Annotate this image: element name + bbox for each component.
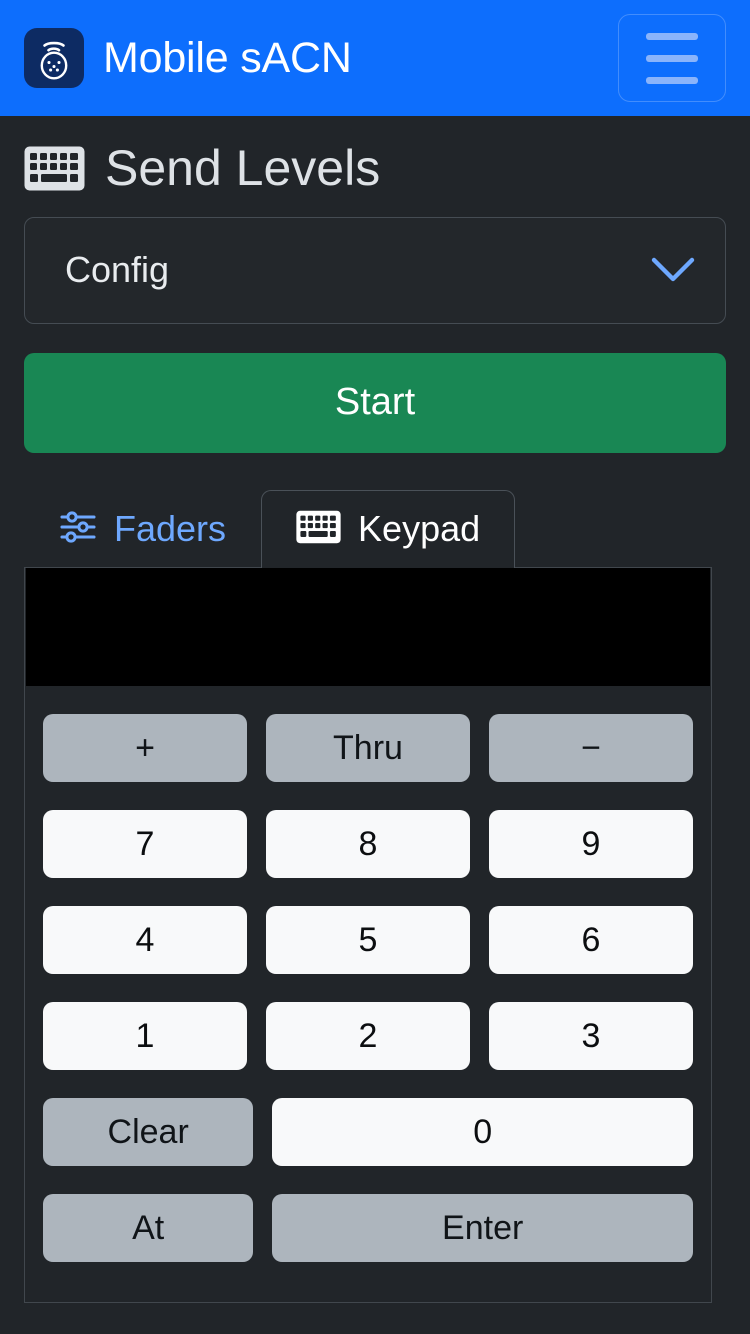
tab-faders-label: Faders [114, 508, 227, 549]
key-plus[interactable]: + [43, 713, 247, 782]
key-6[interactable]: 6 [489, 905, 693, 974]
page-title: Send Levels [24, 142, 726, 195]
keypad-row: Clear 0 [43, 1097, 693, 1166]
mode-tabs: Faders Keypad [24, 489, 726, 568]
hamburger-bar-3 [646, 76, 698, 84]
chevron-down-icon [651, 257, 695, 284]
keypad-row: At Enter [43, 1193, 693, 1262]
tab-keypad-label: Keypad [358, 508, 481, 549]
key-enter[interactable]: Enter [272, 1193, 693, 1262]
hamburger-bar-1 [646, 32, 698, 40]
key-0[interactable]: 0 [272, 1097, 693, 1166]
key-7[interactable]: 7 [43, 809, 247, 878]
tab-keypad[interactable]: Keypad [261, 489, 516, 568]
sacn-node-icon [24, 28, 84, 88]
hamburger-bar-2 [646, 54, 698, 62]
key-4[interactable]: 4 [43, 905, 247, 974]
key-2[interactable]: 2 [266, 1001, 470, 1070]
key-3[interactable]: 3 [489, 1001, 693, 1070]
start-button[interactable]: Start [24, 352, 726, 453]
page-container: Send Levels Config Start Faders Keypad +… [0, 142, 750, 1303]
key-8[interactable]: 8 [266, 809, 470, 878]
hamburger-menu-icon[interactable] [618, 14, 726, 102]
key-1[interactable]: 1 [43, 1001, 247, 1070]
keypad-panel: + Thru − 7 8 9 4 5 6 1 2 3 Clear 0 At Enter [24, 567, 712, 1303]
keypad-row: 789 [43, 809, 693, 878]
config-accordion-header[interactable]: Config [24, 216, 726, 324]
keyboard-icon [296, 510, 341, 549]
keyboard-icon [24, 146, 85, 191]
keypad-row: 456 [43, 905, 693, 974]
config-accordion-label: Config [65, 249, 170, 290]
brand-title: Mobile sACN [103, 33, 352, 82]
key-9[interactable]: 9 [489, 809, 693, 878]
key-5[interactable]: 5 [266, 905, 470, 974]
page-title-text: Send Levels [105, 140, 381, 196]
brand-link[interactable]: Mobile sACN [24, 28, 352, 88]
keypad-row: + Thru − [43, 713, 693, 782]
key-thru[interactable]: Thru [266, 713, 470, 782]
navbar: Mobile sACN [0, 0, 750, 116]
keypad-row: 123 [43, 1001, 693, 1070]
keypad-display [26, 567, 710, 686]
key-minus[interactable]: − [489, 713, 693, 782]
key-at[interactable]: At [43, 1193, 254, 1262]
keypad-grid: + Thru − 7 8 9 4 5 6 1 2 3 Clear 0 At Enter [25, 686, 711, 1262]
tab-faders[interactable]: Faders [24, 490, 261, 568]
sliders-icon [59, 510, 97, 549]
key-clear[interactable]: Clear [43, 1097, 254, 1166]
